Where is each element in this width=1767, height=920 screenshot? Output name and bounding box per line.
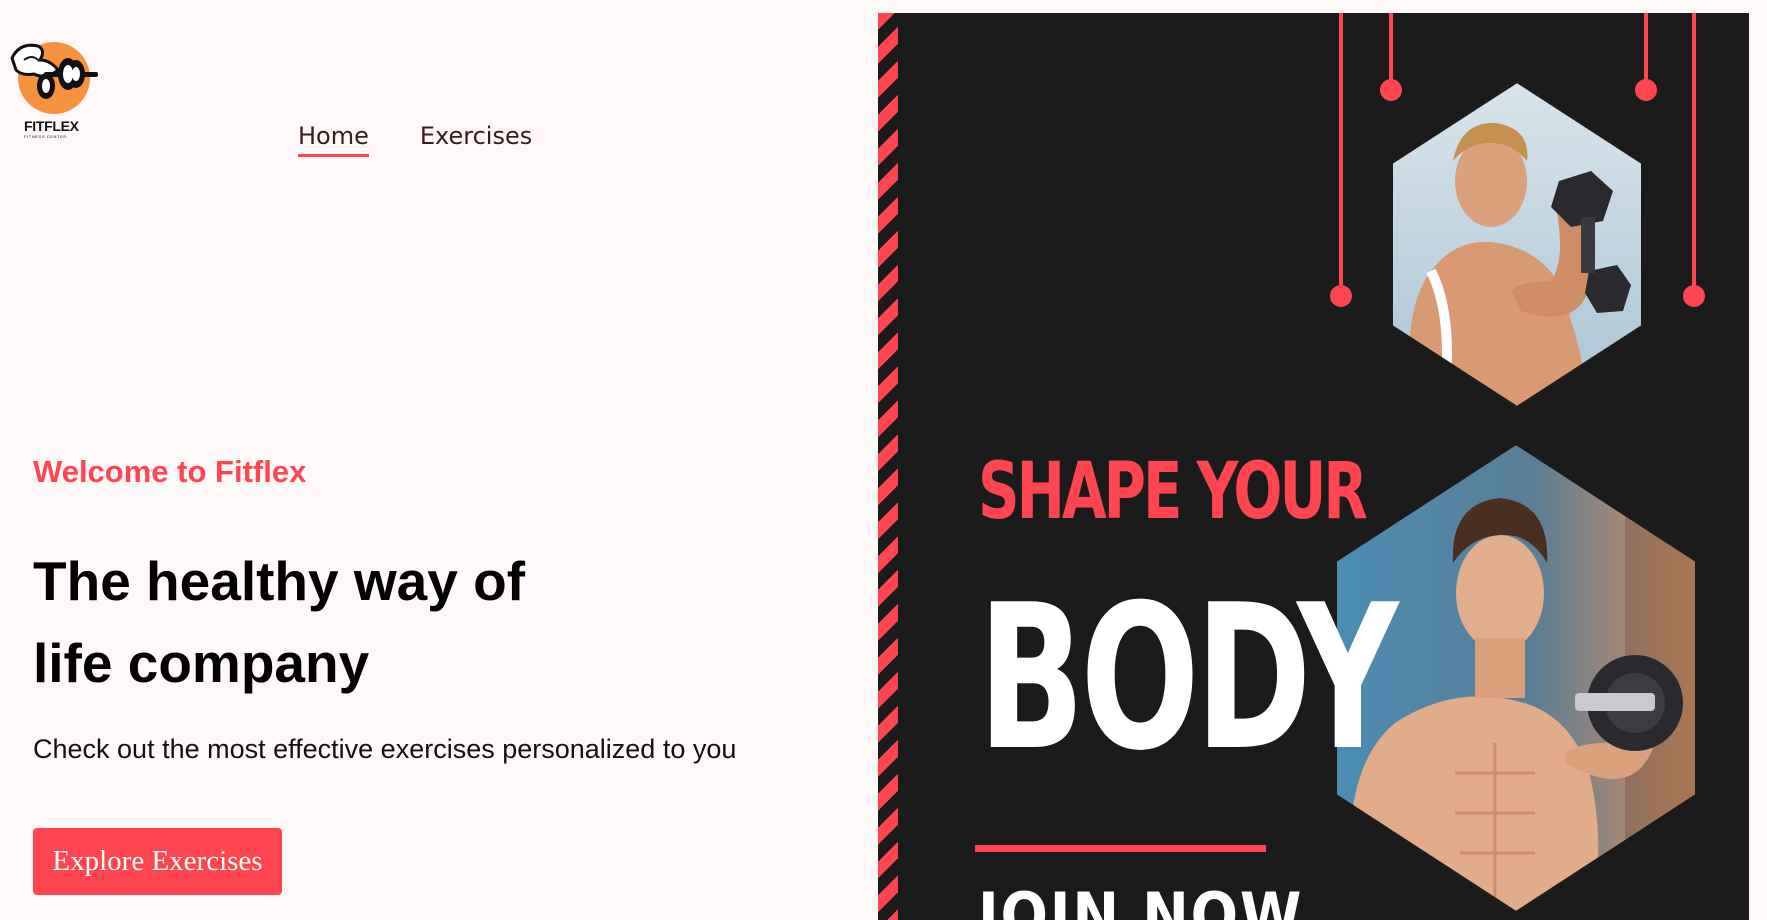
banner-stripe — [878, 13, 898, 920]
brand-name: FITFLEX — [24, 118, 79, 134]
brand-logo[interactable]: FITFLEX FITNESS CENTER — [6, 36, 98, 142]
main-nav: Home Exercises — [298, 122, 532, 157]
explore-exercises-button[interactable]: Explore Exercises — [33, 828, 282, 895]
nav-exercises-link[interactable]: Exercises — [420, 122, 532, 157]
barbell-bodybuilder-icon — [10, 42, 98, 114]
banner-divider — [975, 845, 1266, 852]
man-curling-dumbbell-photo — [1391, 81, 1643, 408]
hero-headline: The healthy way of life company — [33, 550, 526, 694]
banner-body-text: BODY — [978, 562, 1399, 795]
nav-home-link[interactable]: Home — [298, 122, 369, 157]
banner-pendant — [1635, 13, 1657, 101]
banner-pendant — [1683, 13, 1705, 307]
promo-banner: SHAPE YOUR BODY JOIN NOW — [878, 13, 1749, 920]
hero-subtitle: Check out the most effective exercises p… — [33, 734, 737, 764]
banner-join-now-text: JOIN NOW — [978, 879, 1304, 920]
banner-pendant — [1330, 13, 1352, 307]
hero-eyebrow: Welcome to Fitflex — [33, 454, 307, 489]
brand-tagline: FITNESS CENTER — [24, 134, 67, 139]
banner-pendant — [1380, 13, 1402, 101]
banner-shape-your-text: SHAPE YOUR — [978, 447, 1368, 537]
